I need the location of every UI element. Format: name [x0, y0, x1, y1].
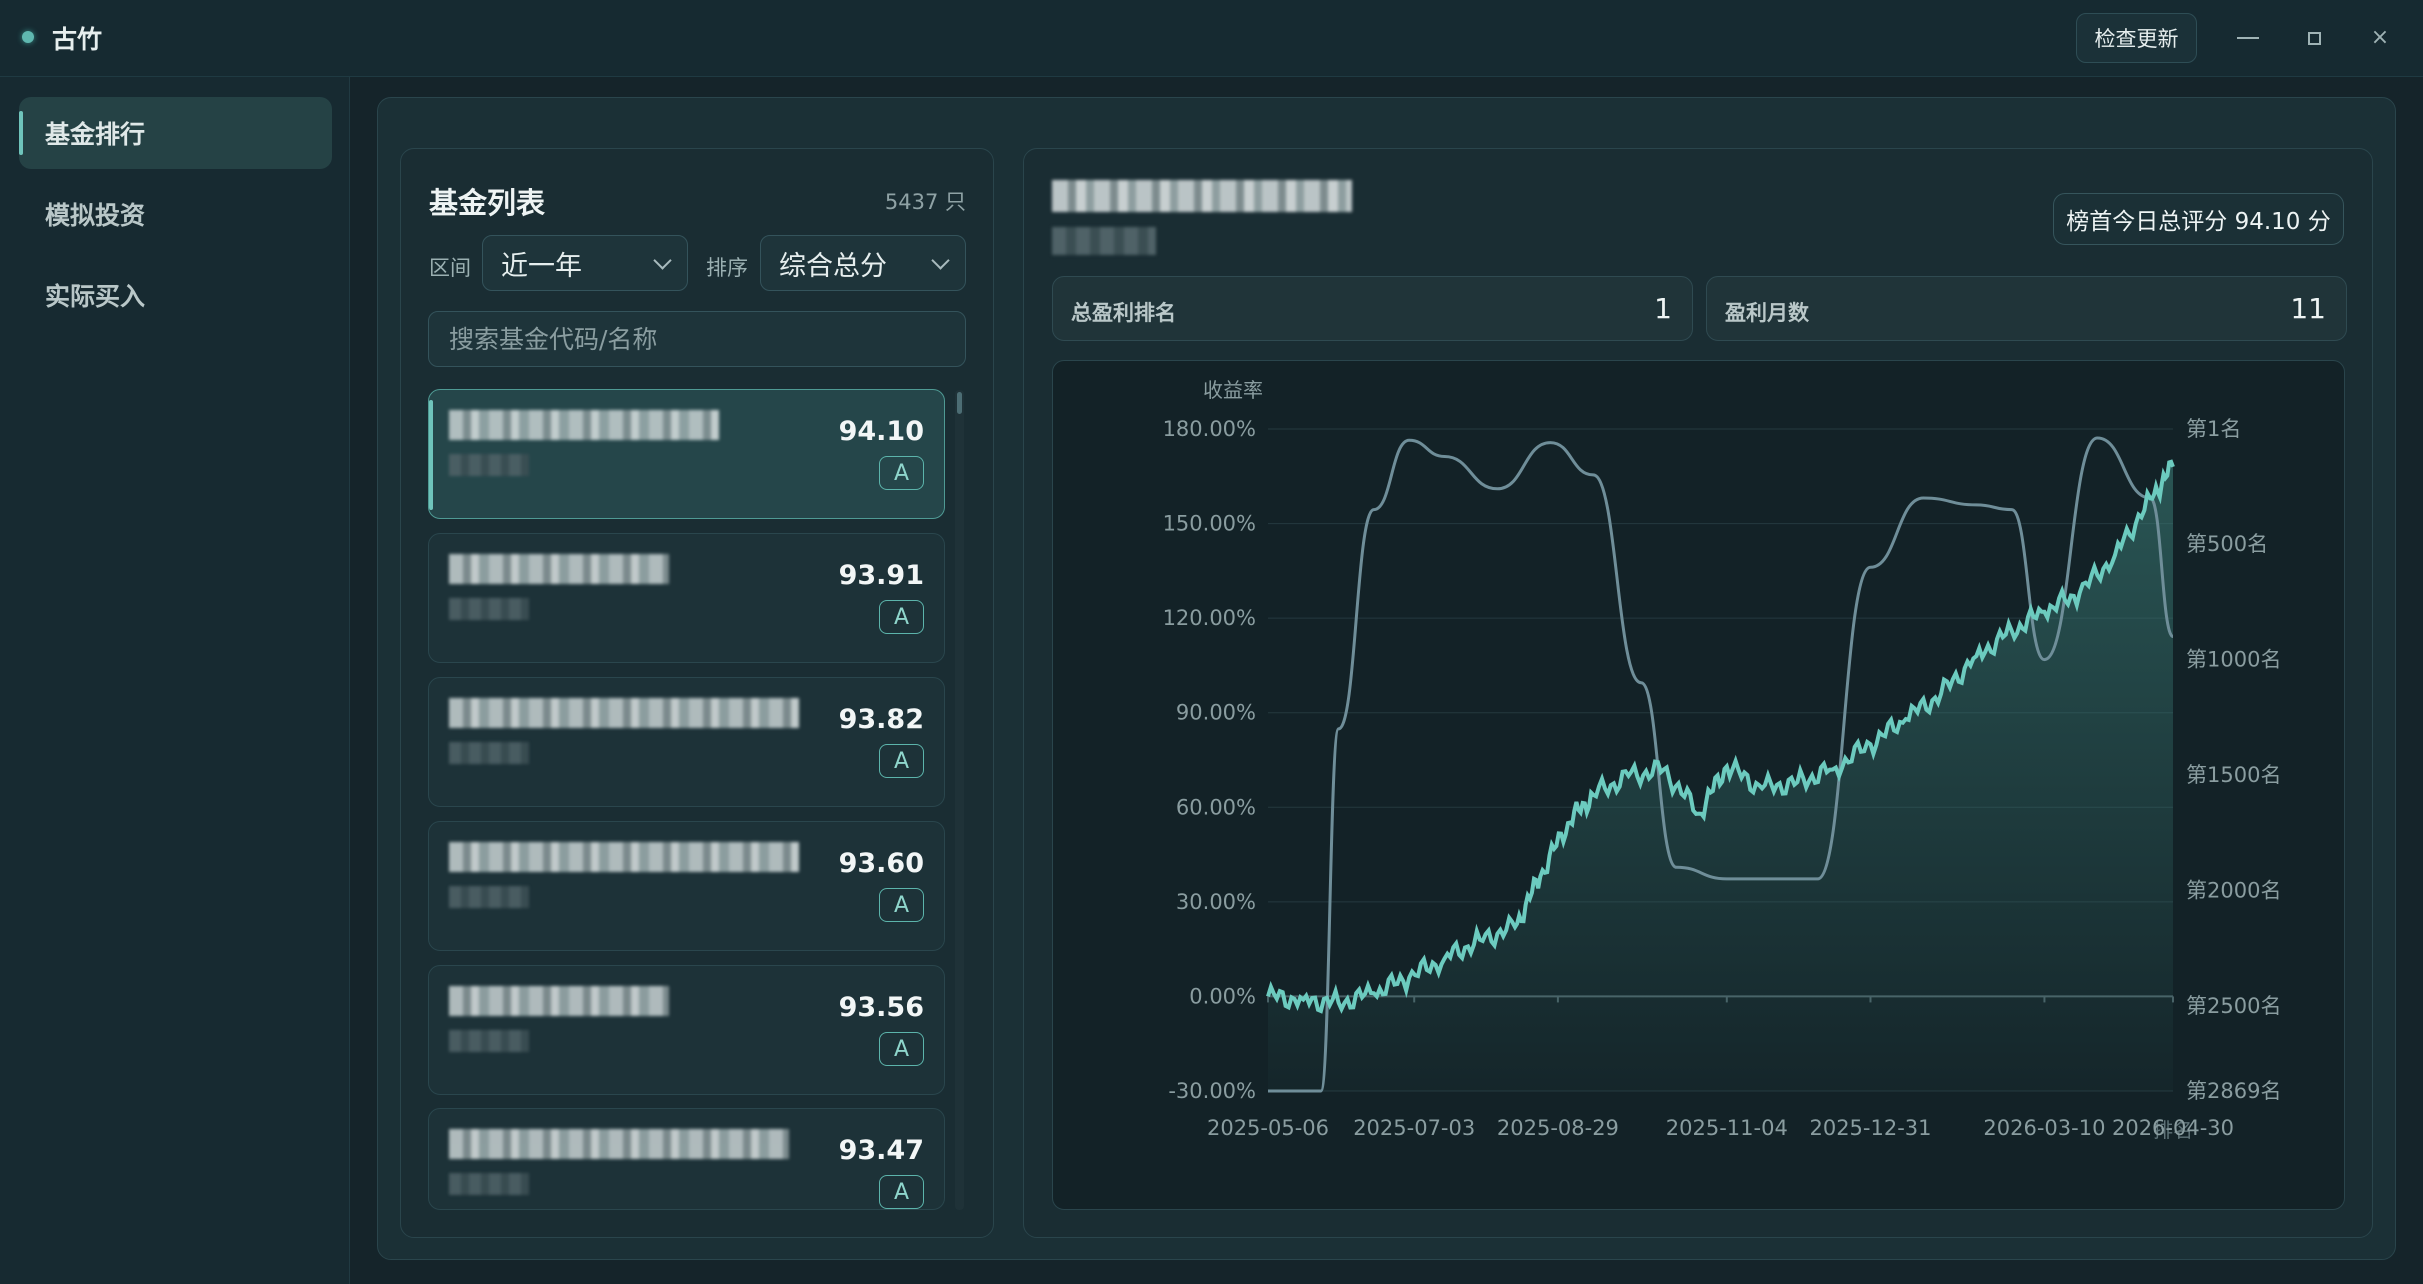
period-label: 区间	[429, 256, 471, 280]
fund-name-redacted	[449, 554, 669, 584]
fund-card[interactable]: 93.47 A	[428, 1108, 945, 1210]
fund-score: 93.56	[838, 992, 924, 1023]
y-tick-label: 60.00%	[1176, 795, 1256, 819]
maximize-icon	[2307, 31, 2321, 45]
y2-tick-label: 第1名	[2186, 417, 2241, 441]
fund-card[interactable]: 93.60 A	[428, 821, 945, 951]
chart-svg: 收益率 排名 180.00%150.00%120.00%90.00%60.00%…	[1163, 378, 2282, 1142]
sidebar-item-actual-purchase[interactable]: 实际买入	[19, 259, 332, 331]
x-tick-label: 2026-03-10	[1983, 1116, 2105, 1140]
minimize-icon	[2237, 37, 2259, 39]
fund-count: 5437 只	[884, 190, 966, 214]
close-icon: ×	[2370, 25, 2390, 50]
x-tick-label: 2025-05-06	[1207, 1116, 1329, 1140]
fund-score: 93.82	[838, 704, 924, 735]
fund-score: 94.10	[838, 416, 924, 447]
search-input[interactable]	[428, 311, 966, 367]
fund-code-redacted	[449, 454, 529, 476]
sort-select-value: 综合总分	[779, 250, 887, 282]
x-tick-label: 2025-11-04	[1666, 1116, 1788, 1140]
app-logo-icon	[22, 31, 34, 43]
fund-code-redacted	[449, 598, 529, 620]
y2-tick-label: 第1500名	[2186, 763, 2281, 787]
y2-tick-label: 第2869名	[2186, 1079, 2281, 1103]
period-select-value: 近一年	[501, 250, 582, 282]
stat-label: 总盈利排名	[1071, 301, 1176, 325]
return-rank-chart: 收益率 排名 180.00% 150.00% 120.00% 90.00% 60.00%…	[1052, 360, 2345, 1210]
fund-list-title: 基金列表	[429, 186, 546, 220]
x-tick-label: 2026-04-30	[2112, 1116, 2234, 1140]
fund-name-redacted	[449, 698, 799, 728]
y2-tick-label: 第1000名	[2186, 648, 2281, 672]
fund-card[interactable]: 93.82 A	[428, 677, 945, 807]
fund-score: 93.47	[838, 1135, 924, 1166]
fund-card[interactable]: 93.56 A	[428, 965, 945, 1095]
return-area	[1268, 461, 2173, 1091]
sidebar-item-fund-ranking[interactable]: 基金排行	[19, 97, 332, 169]
y2-tick-label: 第500名	[2186, 532, 2268, 556]
y-tick-label: 90.00%	[1176, 701, 1256, 725]
stat-value: 1	[1654, 292, 1672, 325]
grade-badge: A	[879, 744, 924, 778]
close-button[interactable]: ×	[2355, 14, 2405, 62]
fund-code-redacted	[449, 742, 529, 764]
stat-value: 11	[2290, 292, 2326, 325]
scrollbar-track[interactable]	[955, 390, 964, 1210]
y-tick-label: 150.00%	[1163, 512, 1256, 536]
fund-card[interactable]: 94.10 A	[428, 389, 945, 519]
y-tick-label: -30.00%	[1168, 1079, 1256, 1103]
stat-profit-months: 盈利月数 11	[1706, 276, 2347, 341]
check-update-button[interactable]: 检查更新	[2076, 13, 2197, 63]
x-tick-label: 2025-07-03	[1353, 1116, 1475, 1140]
fund-code-redacted	[449, 1030, 529, 1052]
x-tick-label: 2025-08-29	[1497, 1116, 1619, 1140]
fund-code-redacted	[449, 886, 529, 908]
grade-badge: A	[879, 600, 924, 634]
fund-name-redacted	[449, 986, 669, 1016]
y2-tick-label: 第2500名	[2186, 994, 2281, 1018]
title-bar: 古竹 检查更新 ×	[0, 0, 2423, 77]
fund-card[interactable]: 93.91 A	[428, 533, 945, 663]
fund-score: 93.60	[838, 848, 924, 879]
sort-label: 排序	[706, 256, 748, 280]
sidebar: 基金排行 模拟投资 实际买入	[0, 77, 350, 1284]
fund-score: 93.91	[838, 560, 924, 591]
chevron-down-icon	[931, 251, 950, 270]
y-tick-label: 180.00%	[1163, 417, 1256, 441]
chevron-down-icon	[653, 251, 672, 270]
fund-code-redacted	[449, 1173, 529, 1195]
grade-badge: A	[879, 888, 924, 922]
detail-fund-name-redacted	[1052, 180, 1352, 212]
y-axis-label: 收益率	[1203, 378, 1263, 402]
y-tick-label: 30.00%	[1176, 890, 1256, 914]
stat-label: 盈利月数	[1725, 301, 1809, 325]
grade-badge: A	[879, 1175, 924, 1209]
period-select[interactable]: 近一年	[482, 235, 688, 291]
maximize-button[interactable]	[2289, 14, 2339, 62]
x-tick-label: 2025-12-31	[1809, 1116, 1931, 1140]
y2-tick-label: 第2000名	[2186, 878, 2281, 902]
detail-fund-code-redacted	[1052, 227, 1156, 255]
scrollbar-thumb[interactable]	[957, 392, 962, 414]
y-tick-label: 0.00%	[1189, 984, 1256, 1008]
minimize-button[interactable]	[2223, 14, 2273, 62]
sort-select[interactable]: 综合总分	[760, 235, 966, 291]
fund-name-redacted	[449, 1129, 789, 1159]
sidebar-item-simulated-investment[interactable]: 模拟投资	[19, 178, 332, 250]
grade-badge: A	[879, 456, 924, 490]
top-score-badge: 榜首今日总评分 94.10 分	[2053, 193, 2344, 245]
fund-name-redacted	[449, 842, 799, 872]
stat-total-profit-rank: 总盈利排名 1	[1052, 276, 1693, 341]
y-tick-label: 120.00%	[1163, 606, 1256, 630]
fund-name-redacted	[449, 410, 719, 440]
app-title: 古竹	[52, 25, 103, 54]
grade-badge: A	[879, 1032, 924, 1066]
